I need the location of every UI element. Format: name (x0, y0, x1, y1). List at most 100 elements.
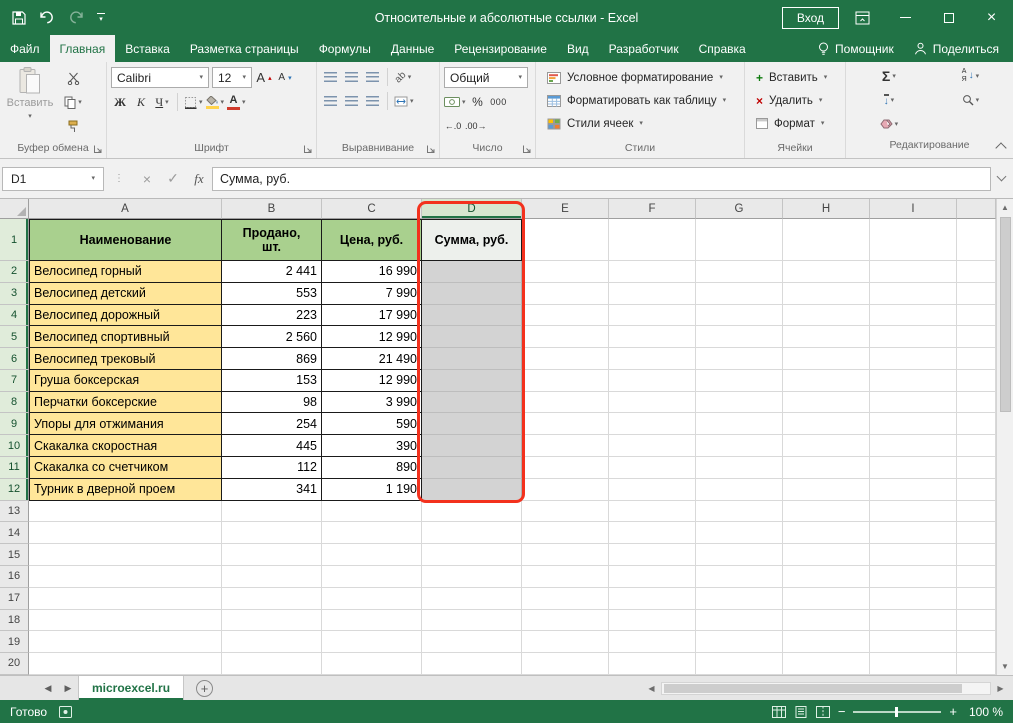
scroll-down-button[interactable]: ▼ (997, 658, 1013, 675)
new-sheet-button[interactable]: + (196, 680, 213, 697)
row-header-17[interactable]: 17 (0, 588, 29, 610)
tab-review[interactable]: Рецензирование (444, 35, 557, 62)
cell-E13[interactable] (522, 501, 609, 523)
clipboard-dialog-launcher-icon[interactable] (93, 144, 103, 154)
cell-C10[interactable]: 390 (322, 435, 422, 457)
cell-C16[interactable] (322, 566, 422, 588)
hscroll-left-button[interactable]: ◀ (643, 680, 660, 697)
cell-B15[interactable] (222, 544, 322, 566)
tab-data[interactable]: Данные (381, 35, 444, 62)
row-header-15[interactable]: 15 (0, 544, 29, 566)
cell-B19[interactable] (222, 631, 322, 653)
cell-I7[interactable] (870, 370, 957, 392)
copy-button[interactable]: ▾ (64, 92, 82, 112)
cell-G8[interactable] (696, 392, 783, 414)
cell-C12[interactable]: 1 190 (322, 479, 422, 501)
align-left-button[interactable] (321, 91, 339, 111)
column-header-h[interactable]: H (783, 199, 870, 219)
cell-H16[interactable] (783, 566, 870, 588)
row-header-5[interactable]: 5 (0, 326, 29, 348)
cell-D19[interactable] (422, 631, 522, 653)
fill-button[interactable]: ↓▾ (856, 90, 922, 110)
cell-A4[interactable]: Велосипед дорожный (29, 305, 222, 327)
cell-D1[interactable]: Сумма, руб. (422, 219, 522, 261)
row-header-20[interactable]: 20 (0, 653, 29, 675)
cell-B16[interactable] (222, 566, 322, 588)
customize-qat-button[interactable]: ▾ (97, 13, 105, 23)
cell-H7[interactable] (783, 370, 870, 392)
cell-I15[interactable] (870, 544, 957, 566)
cell-D3[interactable] (422, 283, 522, 305)
comma-style-button[interactable]: 000 (490, 92, 508, 112)
cell-F7[interactable] (609, 370, 696, 392)
font-dialog-launcher-icon[interactable] (303, 144, 313, 154)
find-select-button[interactable]: ▾ (938, 90, 1003, 110)
clear-button[interactable]: ▾ (856, 114, 922, 134)
row-header-3[interactable]: 3 (0, 283, 29, 305)
conditional-formatting-button[interactable]: Условное форматирование▾ (540, 67, 730, 88)
column-header-c[interactable]: C (322, 199, 422, 219)
cell-C3[interactable]: 7 990 (322, 283, 422, 305)
cell-E19[interactable] (522, 631, 609, 653)
cell-F8[interactable] (609, 392, 696, 414)
cell-H1[interactable] (783, 219, 870, 261)
column-header-a[interactable]: A (29, 199, 222, 219)
scroll-up-button[interactable]: ▲ (997, 199, 1013, 216)
row-header-9[interactable]: 9 (0, 413, 29, 435)
cell-H9[interactable] (783, 413, 870, 435)
cell-C18[interactable] (322, 610, 422, 632)
bold-button[interactable]: Ж (111, 92, 129, 112)
cell-I12[interactable] (870, 479, 957, 501)
cell-I2[interactable] (870, 261, 957, 283)
horizontal-scrollbar-thumb[interactable] (664, 684, 962, 693)
tab-insert[interactable]: Вставка (115, 35, 180, 62)
font-name-select[interactable]: Calibri▾ (111, 67, 209, 88)
cell-A9[interactable]: Упоры для отжимания (29, 413, 222, 435)
align-right-button[interactable] (363, 91, 381, 111)
vertical-scrollbar[interactable]: ▲ ▼ (996, 199, 1013, 675)
cell-D13[interactable] (422, 501, 522, 523)
tab-formulas[interactable]: Формулы (309, 35, 381, 62)
cell-C14[interactable] (322, 522, 422, 544)
row-header-7[interactable]: 7 (0, 370, 29, 392)
cell-A11[interactable]: Скакалка со счетчиком (29, 457, 222, 479)
cell-C5[interactable]: 12 990 (322, 326, 422, 348)
align-top-button[interactable] (321, 67, 339, 87)
cell-C20[interactable] (322, 653, 422, 675)
cell-B10[interactable]: 445 (222, 435, 322, 457)
horizontal-scrollbar[interactable] (661, 682, 991, 695)
decrease-font-size-button[interactable]: А▾ (276, 68, 294, 88)
cell-A8[interactable]: Перчатки боксерские (29, 392, 222, 414)
cell-D4[interactable] (422, 305, 522, 327)
cell-D5[interactable] (422, 326, 522, 348)
formula-input[interactable]: Сумма, руб. (212, 167, 991, 191)
cell-C1[interactable]: Цена, руб. (322, 219, 422, 261)
cell-A2[interactable]: Велосипед горный (29, 261, 222, 283)
accounting-format-button[interactable]: ▾ (444, 92, 466, 112)
cell-D7[interactable] (422, 370, 522, 392)
cell-G12[interactable] (696, 479, 783, 501)
cell-B2[interactable]: 2 441 (222, 261, 322, 283)
cell-B7[interactable]: 153 (222, 370, 322, 392)
column-header-i[interactable]: I (870, 199, 957, 219)
cell-F20[interactable] (609, 653, 696, 675)
align-center-button[interactable] (342, 91, 360, 111)
cell-F15[interactable] (609, 544, 696, 566)
cell-H10[interactable] (783, 435, 870, 457)
cell-G7[interactable] (696, 370, 783, 392)
row-header-13[interactable]: 13 (0, 501, 29, 523)
cell-G3[interactable] (696, 283, 783, 305)
cell-I11[interactable] (870, 457, 957, 479)
view-page-layout-icon[interactable] (794, 706, 808, 718)
cancel-button[interactable]: × (134, 167, 160, 191)
cell-E11[interactable] (522, 457, 609, 479)
cell-C19[interactable] (322, 631, 422, 653)
cell-E5[interactable] (522, 326, 609, 348)
column-header-d[interactable]: D (422, 199, 522, 219)
cell-G9[interactable] (696, 413, 783, 435)
cell-I10[interactable] (870, 435, 957, 457)
cell-E12[interactable] (522, 479, 609, 501)
cell-I13[interactable] (870, 501, 957, 523)
cell-F16[interactable] (609, 566, 696, 588)
cell-I5[interactable] (870, 326, 957, 348)
